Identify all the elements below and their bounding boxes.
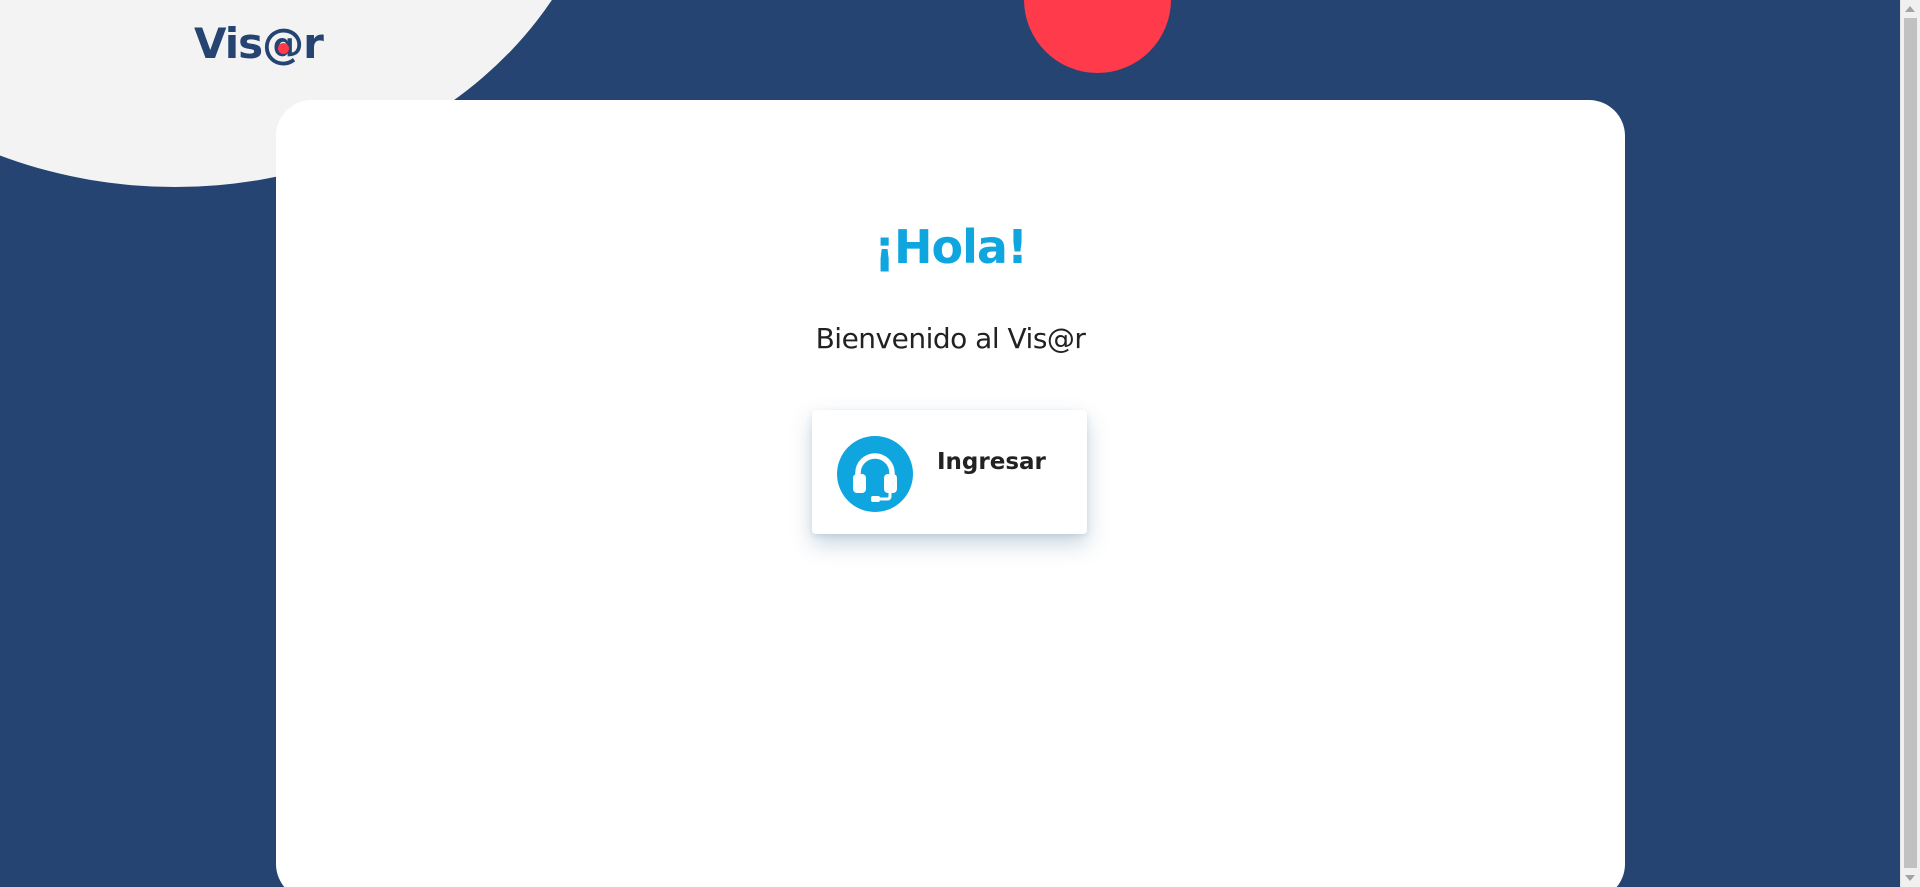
enter-button-label: Ingresar bbox=[937, 449, 1046, 475]
scrollbar-thumb[interactable] bbox=[1904, 18, 1917, 868]
vertical-scrollbar[interactable] bbox=[1900, 0, 1920, 887]
app-viewport: Vis @ r ¡Hola! Bienvenido al Vis@r Ingre… bbox=[0, 0, 1920, 887]
decorative-red-circle bbox=[1024, 0, 1171, 73]
logo-text-prefix: Vis bbox=[194, 19, 263, 68]
welcome-card: ¡Hola! Bienvenido al Vis@r Ingresar bbox=[276, 100, 1625, 887]
scroll-down-icon[interactable] bbox=[1905, 875, 1915, 881]
welcome-subtitle: Bienvenido al Vis@r bbox=[815, 322, 1086, 355]
visar-logo: Vis @ r bbox=[194, 14, 324, 74]
headset-icon bbox=[837, 436, 913, 512]
greeting-title: ¡Hola! bbox=[874, 220, 1028, 274]
logo-text-suffix: r bbox=[303, 19, 324, 68]
scroll-up-icon[interactable] bbox=[1905, 6, 1915, 12]
logo-text-at: @ bbox=[262, 14, 304, 74]
enter-button[interactable]: Ingresar bbox=[812, 410, 1087, 534]
